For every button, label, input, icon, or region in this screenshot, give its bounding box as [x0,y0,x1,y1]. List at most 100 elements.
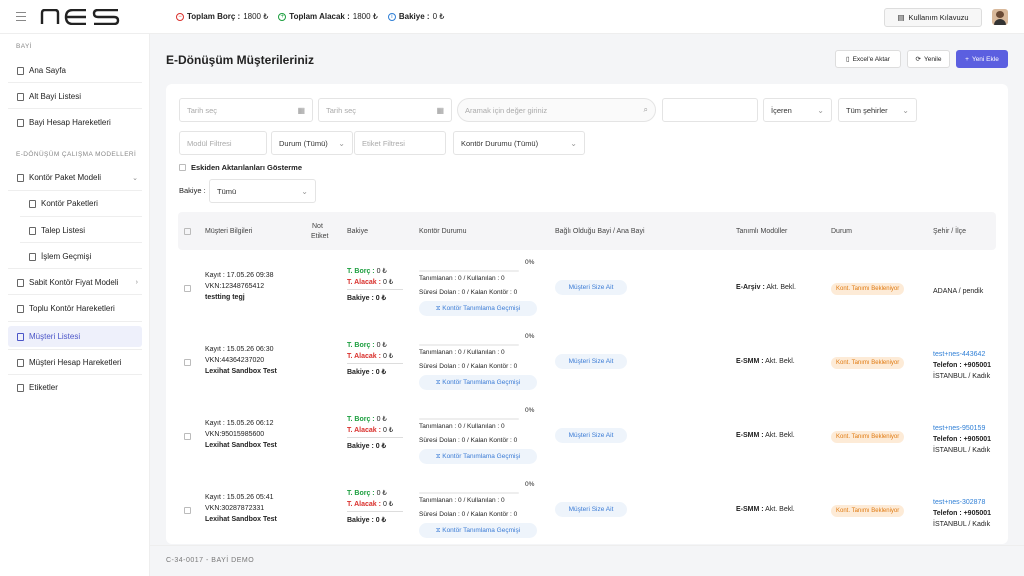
nes-logo[interactable] [40,8,120,27]
header-kontor-status: Kontör Durumu [419,227,467,235]
city-select[interactable]: Tüm şehirler ⌄ [838,98,917,122]
module-name: E-Arşiv : [736,284,765,291]
sidebar-item-sub-dealers[interactable]: Alt Bayi Listesi [8,86,142,107]
row-balance: Bakiye : 0 ₺ [347,443,387,450]
sidebar-item-label: Kontör Paket Modeli [29,173,102,182]
header-city: Şehir / İlçe [933,227,967,235]
customer-email[interactable]: test+nes-950159 [933,423,985,434]
status-select[interactable]: Durum (Tümü) ⌄ [271,131,353,155]
dealer-badge[interactable]: Müşteri Size Ait [555,280,627,295]
table-row[interactable]: Kayıt : 15.05.26 06:30 VKN:44364237020 L… [178,333,996,410]
sidebar-item-fixed-price-model[interactable]: Sabit Kontör Fiyat Modeli › [8,272,142,293]
kontor-history-button[interactable]: ⧖ Kontör Tanımlama Geçmişi [419,449,537,464]
document-icon [29,199,36,208]
customer-date: Kayıt : 17.05.26 09:38 [205,272,274,279]
dealer-badge[interactable]: Müşteri Size Ait [555,428,627,443]
sidebar-item-kontor-package-model[interactable]: Kontör Paket Modeli ⌄ [8,167,142,188]
kontor-expired: Süresi Dolan : 0 / Kalan Kontör : 0 [419,437,518,444]
table-row[interactable]: Kayıt : 17.05.26 09:38 VKN:12348765412 t… [178,259,996,336]
chevron-down-icon: ⌄ [132,175,138,182]
sidebar-item-home[interactable]: Ana Sayfa [8,60,142,81]
dealer-badge[interactable]: Müşteri Size Ait [555,354,627,369]
document-icon [29,252,36,261]
export-excel-button[interactable]: ▯ Excel'e Aktar [835,50,901,68]
select-all-checkbox[interactable] [184,227,191,235]
balance-filter-select[interactable]: Tümü ⌄ [209,179,316,203]
tag-filter-input[interactable]: Etiket Filtresi [354,131,446,155]
search-placeholder: Aramak için değer giriniz [465,105,548,115]
city-value: Tüm şehirler [846,105,888,115]
table-row[interactable]: Kayıt : 15.05.26 05:41 VKN:30287872331 L… [178,481,996,544]
row-checkbox[interactable] [184,359,191,366]
chevron-down-icon: ⌄ [570,138,577,148]
top-bar: − Toplam Borç :1800 ₺ + Toplam Alacak :180… [0,0,1024,34]
customer-email[interactable]: ADANA / pendik [933,286,983,297]
chevron-right-icon: › [135,279,138,286]
debt-label: T. Borç : [347,416,375,423]
sidebar-item-transaction-history[interactable]: İşlem Geçmişi [20,246,142,267]
document-icon [17,173,24,182]
customer-email[interactable]: test+nes-302878 [933,497,985,508]
menu-icon[interactable] [16,12,26,21]
refresh-button[interactable]: ⟳ Yenile [907,50,950,68]
debt-label: T. Borç : [347,490,375,497]
kontor-percent: 0% [525,481,535,488]
kontor-defined: Tanımlanan : 0 / Kullanılan : 0 [419,349,505,356]
date-from-picker[interactable]: Tarih seç ▦ [179,98,313,122]
module-name: E-SMM : [736,506,764,513]
dealer-badge[interactable]: Müşteri Size Ait [555,502,627,517]
search-value-input[interactable] [662,98,758,122]
customer-name[interactable]: Lexihat Sandbox Test [205,514,277,525]
table-row[interactable]: Kayıt : 15.05.26 06:12 VKN:95015985600 L… [178,407,996,484]
balance-filter-label: Bakiye : [179,186,206,195]
debt-label: T. Borç : [347,268,375,275]
row-checkbox[interactable] [184,433,191,440]
plus-circle-icon: + [278,12,287,21]
sidebar-item-dealer-account[interactable]: Bayi Hesap Hareketleri [8,112,142,133]
sidebar-item-request-list[interactable]: Talep Listesi [20,220,142,241]
row-checkbox[interactable] [184,507,191,514]
sidebar-item-label: Toplu Kontör Hareketleri [29,304,115,313]
search-input[interactable]: Aramak için değer giriniz ⌕ [457,98,656,122]
sidebar-item-label: Alt Bayi Listesi [29,92,82,101]
customer-city: İSTANBUL / Kadık [933,447,991,454]
search-icon: ⌕ [643,105,648,114]
customer-vkn: VKN:30287872331 [205,505,265,512]
module-filter-input[interactable]: Modül Filtresi [179,131,267,155]
hide-old-checkbox[interactable]: Eskiden Aktarılanları Gösterme [179,163,302,172]
sidebar-item-bulk-kontor[interactable]: Toplu Kontör Hareketleri [8,298,142,319]
kontor-defined: Tanımlanan : 0 / Kullanılan : 0 [419,423,505,430]
customer-vkn: VKN:12348765412 [205,283,265,290]
row-checkbox[interactable] [184,285,191,292]
customer-email[interactable]: test+nes-443642 [933,349,985,360]
kontor-history-button[interactable]: ⧖ Kontör Tanımlama Geçmişi [419,301,537,316]
customer-name[interactable]: Lexihat Sandbox Test [205,440,277,451]
kontor-percent: 0% [525,259,535,266]
add-new-button[interactable]: + Yeni Ekle [956,50,1008,68]
row-balance: Bakiye : 0 ₺ [347,295,387,302]
checkbox[interactable] [179,164,186,171]
customer-name[interactable]: Lexihat Sandbox Test [205,366,277,377]
kontor-defined: Tanımlanan : 0 / Kullanılan : 0 [419,275,505,282]
avatar[interactable] [992,9,1008,25]
sidebar-item-kontor-packages[interactable]: Kontör Paketleri [20,193,142,214]
export-excel-label: Excel'e Aktar [852,55,890,63]
customer-city: İSTANBUL / Kadık [933,521,991,528]
kontor-progress-bar [419,344,519,346]
sidebar-item-customer-account[interactable]: Müşteri Hesap Hareketleri [8,352,142,373]
date-to-picker[interactable]: Tarih seç ▦ [318,98,452,122]
kontor-history-button[interactable]: ⧖ Kontör Tanımlama Geçmişi [419,375,537,390]
user-guide-button[interactable]: ▤ Kullanım Kılavuzu [884,8,982,27]
customer-name[interactable]: testting tegj [205,292,245,303]
sidebar-item-tags[interactable]: Etiketler [8,377,142,398]
sidebar-item-customer-list[interactable]: Müşteri Listesi [8,326,142,347]
document-icon [17,304,24,313]
contains-value: İçeren [771,105,792,115]
credit-label: T. Alacak : [347,353,381,360]
kontor-history-label: Kontör Tanımlama Geçmişi [442,379,521,386]
kontor-status-select[interactable]: Kontör Durumu (Tümü) ⌄ [453,131,585,155]
sidebar-item-label: Etiketler [29,383,58,392]
date-from-placeholder: Tarih seç [187,105,218,115]
kontor-history-button[interactable]: ⧖ Kontör Tanımlama Geçmişi [419,523,537,538]
contains-select[interactable]: İçeren ⌄ [763,98,832,122]
